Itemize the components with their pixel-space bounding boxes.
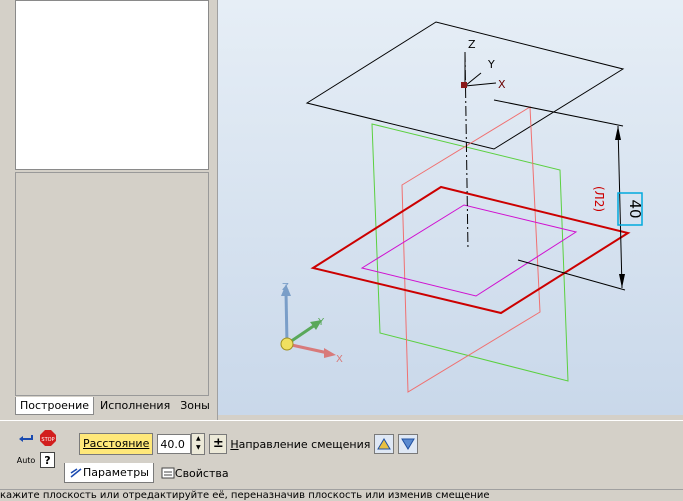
green-plane[interactable] [371, 123, 569, 382]
tab-parameters[interactable]: Параметры [64, 463, 154, 483]
origin-point[interactable] [461, 82, 467, 88]
plus-minus-button[interactable]: ± [209, 434, 228, 454]
triad-x-label: X [336, 354, 343, 365]
model-tree[interactable] [15, 0, 209, 170]
tab-construction[interactable]: Построение [15, 397, 95, 415]
tree-tabs: Построение Исполнения Зоны [15, 397, 216, 415]
tree-panel: Построение Исполнения Зоны [0, 0, 218, 420]
tab-zones[interactable]: Зоны [176, 397, 214, 415]
parameters-icon [70, 467, 82, 478]
distance-input[interactable] [157, 434, 192, 454]
svg-text:STOP: STOP [41, 437, 54, 443]
help-icon[interactable]: ? [40, 452, 55, 468]
tree-preview-area [15, 172, 209, 396]
panel-tabs: Параметры Свойства [64, 463, 236, 483]
create-object-icon[interactable] [18, 430, 34, 446]
local-x-label: X [498, 78, 506, 91]
magenta-plane[interactable] [360, 204, 578, 297]
direction-reverse-icon[interactable] [398, 434, 419, 454]
local-z-label: Z [468, 38, 476, 51]
local-y-label: Y [487, 58, 495, 71]
tab-executions[interactable]: Исполнения [96, 397, 174, 415]
triad-origin [280, 337, 294, 351]
direction-label: Направление смещения [230, 437, 371, 451]
3d-viewport[interactable]: Z Y X 40 (Л2) Z Y X [218, 0, 683, 415]
offset-plane-selected[interactable] [310, 185, 631, 315]
status-bar: кажите плоскость или отредактируйте её, … [0, 489, 683, 501]
parameters-row: Расстояние ▲▼ ± Направление смещения [79, 432, 419, 456]
triad-y-label: Y [317, 317, 325, 328]
tab-properties[interactable]: Свойства [157, 463, 233, 483]
pink-plane[interactable] [401, 106, 541, 393]
distance-spinner[interactable]: ▲ ▼ [191, 433, 206, 455]
auto-create-icon[interactable]: Auto [17, 452, 36, 468]
stop-icon[interactable]: STOP [40, 430, 56, 446]
dimension-value[interactable]: 40 [626, 199, 644, 218]
direction-forward-icon[interactable] [374, 434, 395, 454]
triad-z-label: Z [282, 282, 289, 293]
dimension-tolerance: (Л2) [592, 186, 606, 212]
scene-svg: Z Y X 40 (Л2) Z Y X [280, 21, 644, 393]
distance-label[interactable]: Расстояние [79, 433, 154, 455]
properties-icon [161, 467, 175, 479]
